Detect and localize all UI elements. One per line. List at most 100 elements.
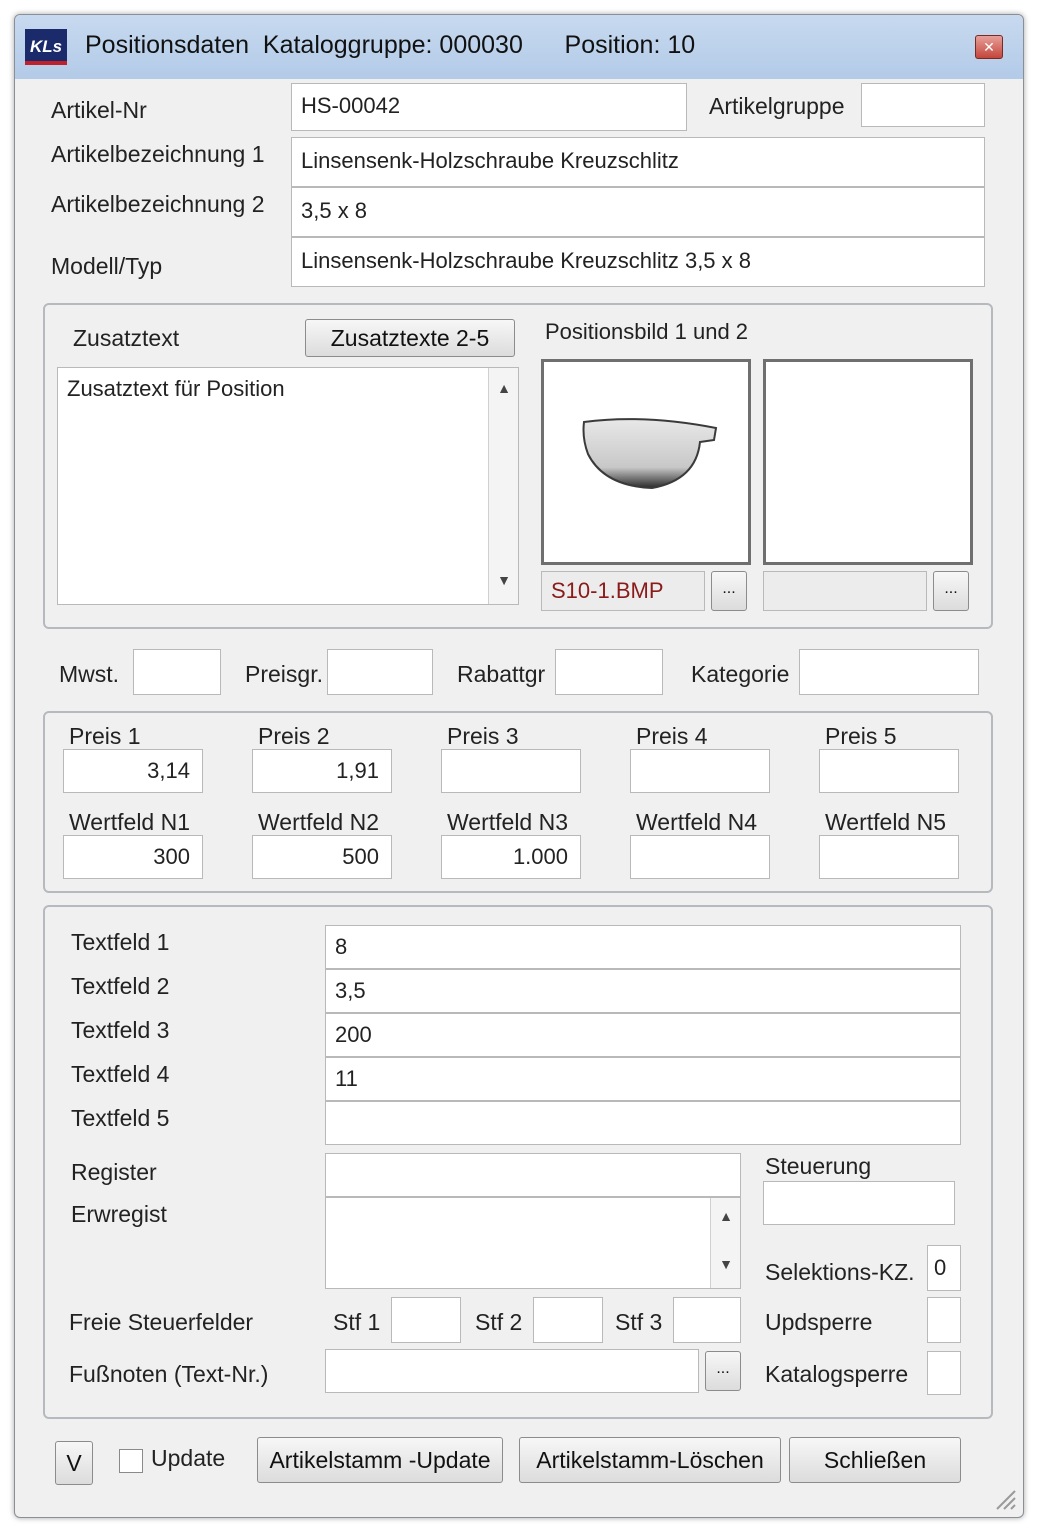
kategorie-label: Kategorie (691, 661, 790, 687)
fussnoten-browse-button[interactable]: ... (705, 1351, 741, 1391)
artikel-nr-label: Artikel-Nr (51, 97, 147, 123)
preis-4-label: Preis 4 (636, 723, 708, 749)
preis-5-label: Preis 5 (825, 723, 897, 749)
positionsbild-label: Positionsbild 1 und 2 (545, 319, 749, 344)
wertfeld-n4-input[interactable] (630, 835, 770, 879)
artikelbezeichnung-2-label: Artikelbezeichnung 2 (51, 191, 265, 217)
erwregist-scrollbar[interactable]: ▲ ▼ (710, 1198, 740, 1288)
preis-2-input[interactable]: 1,91 (252, 749, 392, 793)
selektions-kz-label: Selektions-KZ. (765, 1259, 915, 1285)
wertfeld-n5-input[interactable] (819, 835, 959, 879)
bild-1-filename[interactable]: S10-1.BMP (541, 571, 705, 611)
zusatztexte-button[interactable]: Zusatztexte 2-5 (305, 319, 515, 357)
kategorie-input[interactable] (799, 649, 979, 695)
title-bar[interactable]: KLs Positionsdaten Kataloggruppe: 000030… (15, 15, 1023, 79)
steuerung-label: Steuerung (765, 1153, 872, 1179)
textfeld-2-input[interactable]: 3,5 (325, 969, 961, 1013)
modell-typ-label: Modell/Typ (51, 253, 163, 279)
preis-3-label: Preis 3 (447, 723, 519, 749)
fussnoten-input[interactable] (325, 1349, 699, 1393)
register-label: Register (71, 1159, 157, 1185)
wertfeld-n1-input[interactable]: 300 (63, 835, 203, 879)
fussnoten-label: Fußnoten (Text-Nr.) (69, 1361, 269, 1387)
artikelbezeichnung-2-input[interactable]: 3,5 x 8 (291, 187, 985, 237)
freie-steuerfelder-label: Freie Steuerfelder (69, 1309, 254, 1335)
textfeld-4-input[interactable]: 11 (325, 1057, 961, 1101)
zusatztext-label: Zusatztext (73, 325, 180, 351)
artikelbezeichnung-1-input[interactable]: Linsensenk-Holzschraube Kreuzschlitz (291, 137, 985, 187)
katalogsperre-label: Katalogsperre (765, 1361, 909, 1387)
app-logo: KLs (25, 29, 67, 65)
positionsbild-1[interactable] (541, 359, 751, 565)
v-button[interactable]: V (55, 1441, 93, 1485)
textfeld-4-label: Textfeld 4 (71, 1061, 170, 1087)
textfeld-1-label: Textfeld 1 (71, 929, 170, 955)
wertfeld-n4-label: Wertfeld N4 (636, 809, 758, 835)
wertfeld-n5-label: Wertfeld N5 (825, 809, 947, 835)
scroll-up-icon[interactable]: ▲ (489, 380, 518, 396)
preis-2-label: Preis 2 (258, 723, 330, 749)
textfeld-2-label: Textfeld 2 (71, 973, 170, 999)
textfeld-1-input[interactable]: 8 (325, 925, 961, 969)
updsperre-input[interactable] (927, 1297, 961, 1343)
scroll-up-icon[interactable]: ▲ (711, 1208, 740, 1224)
screw-image-icon (582, 418, 718, 490)
steuerung-input[interactable] (763, 1181, 955, 1225)
mwst-input[interactable] (133, 649, 221, 695)
bild-1-browse-button[interactable]: ... (711, 571, 747, 611)
update-checkbox[interactable] (119, 1449, 143, 1473)
textfeld-3-label: Textfeld 3 (71, 1017, 170, 1043)
schliessen-button[interactable]: Schließen (789, 1437, 961, 1483)
dialog-window: KLs Positionsdaten Kataloggruppe: 000030… (14, 14, 1024, 1518)
updsperre-label: Updsperre (765, 1309, 873, 1335)
positionsbild-2[interactable] (763, 359, 973, 565)
katalogsperre-input[interactable] (927, 1351, 961, 1395)
resize-grip-icon[interactable] (991, 1485, 1017, 1511)
preisgr-label: Preisgr. (245, 661, 323, 687)
artikel-nr-input[interactable]: HS-00042 (291, 83, 687, 131)
preis-5-input[interactable] (819, 749, 959, 793)
textfeld-5-input[interactable] (325, 1101, 961, 1145)
artikelstamm-update-button[interactable]: Artikelstamm -Update (257, 1437, 503, 1483)
window-title: Positionsdaten Kataloggruppe: 000030 Pos… (85, 31, 696, 59)
preis-4-input[interactable] (630, 749, 770, 793)
bild-2-browse-button[interactable]: ... (933, 571, 969, 611)
wertfeld-n2-input[interactable]: 500 (252, 835, 392, 879)
update-label: Update (151, 1445, 226, 1471)
textfeld-5-label: Textfeld 5 (71, 1105, 170, 1131)
modell-typ-input[interactable]: Linsensenk-Holzschraube Kreuzschlitz 3,5… (291, 237, 985, 287)
selektions-kz-input[interactable]: 0 (927, 1245, 961, 1291)
preis-1-label: Preis 1 (69, 723, 141, 749)
mwst-label: Mwst. (59, 661, 120, 687)
artikelgruppe-label: Artikelgruppe (709, 93, 845, 119)
wertfeld-n2-label: Wertfeld N2 (258, 809, 380, 835)
textfeld-3-input[interactable]: 200 (325, 1013, 961, 1057)
zusatztext-textarea[interactable]: Zusatztext für Position ▲ ▼ (57, 367, 519, 605)
preis-3-input[interactable] (441, 749, 581, 793)
erwregist-label: Erwregist (71, 1201, 167, 1227)
artikelstamm-loeschen-button[interactable]: Artikelstamm-Löschen (519, 1437, 781, 1483)
rabattgr-label: Rabattgr (457, 661, 546, 687)
wertfeld-n3-label: Wertfeld N3 (447, 809, 569, 835)
scroll-down-icon[interactable]: ▼ (711, 1256, 740, 1272)
wertfeld-n3-input[interactable]: 1.000 (441, 835, 581, 879)
rabattgr-input[interactable] (555, 649, 663, 695)
bild-2-filename[interactable] (763, 571, 927, 611)
stf-2-label: Stf 2 (475, 1309, 523, 1335)
stf-3-input[interactable] (673, 1297, 741, 1343)
preisgr-input[interactable] (327, 649, 433, 695)
zusatztext-content: Zusatztext für Position (67, 376, 285, 401)
stf-3-label: Stf 3 (615, 1309, 663, 1335)
stf-1-input[interactable] (391, 1297, 461, 1343)
artikelbezeichnung-1-label: Artikelbezeichnung 1 (51, 141, 265, 167)
stf-2-input[interactable] (533, 1297, 603, 1343)
stf-1-label: Stf 1 (333, 1309, 381, 1335)
artikelgruppe-input[interactable] (861, 83, 985, 127)
scroll-down-icon[interactable]: ▼ (489, 572, 518, 588)
preis-1-input[interactable]: 3,14 (63, 749, 203, 793)
erwregist-textarea[interactable]: ▲ ▼ (325, 1197, 741, 1289)
zusatztext-scrollbar[interactable]: ▲ ▼ (488, 368, 518, 604)
wertfeld-n1-label: Wertfeld N1 (69, 809, 191, 835)
close-button[interactable]: ✕ (975, 35, 1003, 59)
register-input[interactable] (325, 1153, 741, 1197)
